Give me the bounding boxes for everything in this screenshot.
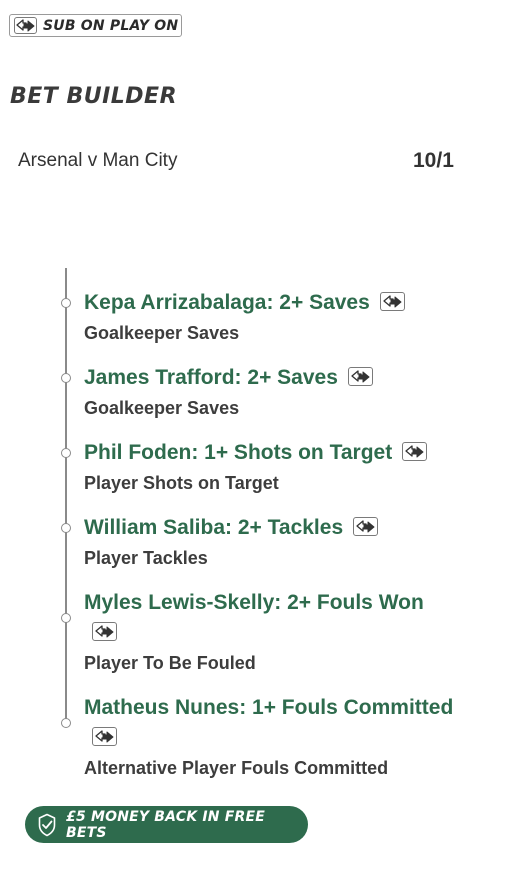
leg-market: Alternative Player Fouls Committed [84, 758, 389, 778]
leg-market: Player To Be Fouled [84, 653, 256, 673]
leg-title[interactable]: Phil Foden: 1+ Shots on Target [84, 441, 428, 465]
sub-badge-label: SUB ON PLAY ON [43, 17, 179, 34]
swap-player-icon[interactable] [379, 292, 405, 311]
leg-title[interactable]: Kepa Arrizabalaga: 2+ Saves [84, 291, 405, 315]
swap-player-icon[interactable] [353, 517, 379, 536]
leg-market: Goalkeeper Saves [84, 398, 240, 418]
swap-player-icon [14, 17, 37, 34]
promo-label: £5 MONEY BACK IN FREE BETS [66, 808, 266, 841]
leg-market: Player Shots on Target [84, 473, 279, 493]
leg-market: Player Tackles [84, 548, 208, 568]
leg-title[interactable]: Myles Lewis-Skelly: 2+ Fouls Won [84, 591, 424, 615]
swap-player-icon[interactable] [347, 367, 373, 386]
leg-title[interactable]: William Saliba: 2+ Tackles [84, 516, 379, 540]
page-title: BET BUILDER [10, 84, 178, 109]
timeline-node [61, 613, 71, 623]
timeline-line [65, 268, 67, 723]
timeline-node [61, 448, 71, 458]
leg-title[interactable]: Matheus Nunes: 1+ Fouls Committed [84, 696, 453, 720]
swap-player-icon[interactable] [92, 727, 117, 746]
timeline-node [61, 523, 71, 533]
swap-player-icon[interactable] [92, 622, 117, 641]
odds-value: 10/1 [413, 149, 454, 172]
swap-player-icon[interactable] [402, 442, 428, 461]
leg-title[interactable]: James Trafford: 2+ Saves [84, 366, 373, 390]
sub-on-play-on-badge: SUB ON PLAY ON [9, 14, 182, 37]
timeline-node [61, 298, 71, 308]
shield-check-icon [38, 813, 56, 836]
timeline-node [61, 718, 71, 728]
timeline-node [61, 373, 71, 383]
money-back-promo-badge[interactable]: £5 MONEY BACK IN FREE BETS [25, 806, 308, 843]
leg-market: Goalkeeper Saves [84, 323, 240, 343]
match-name: Arsenal v Man City [18, 150, 178, 171]
